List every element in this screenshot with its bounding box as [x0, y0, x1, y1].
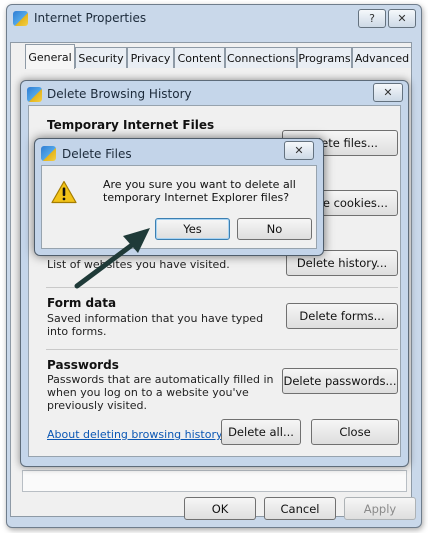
annotation-arrow — [74, 228, 150, 289]
